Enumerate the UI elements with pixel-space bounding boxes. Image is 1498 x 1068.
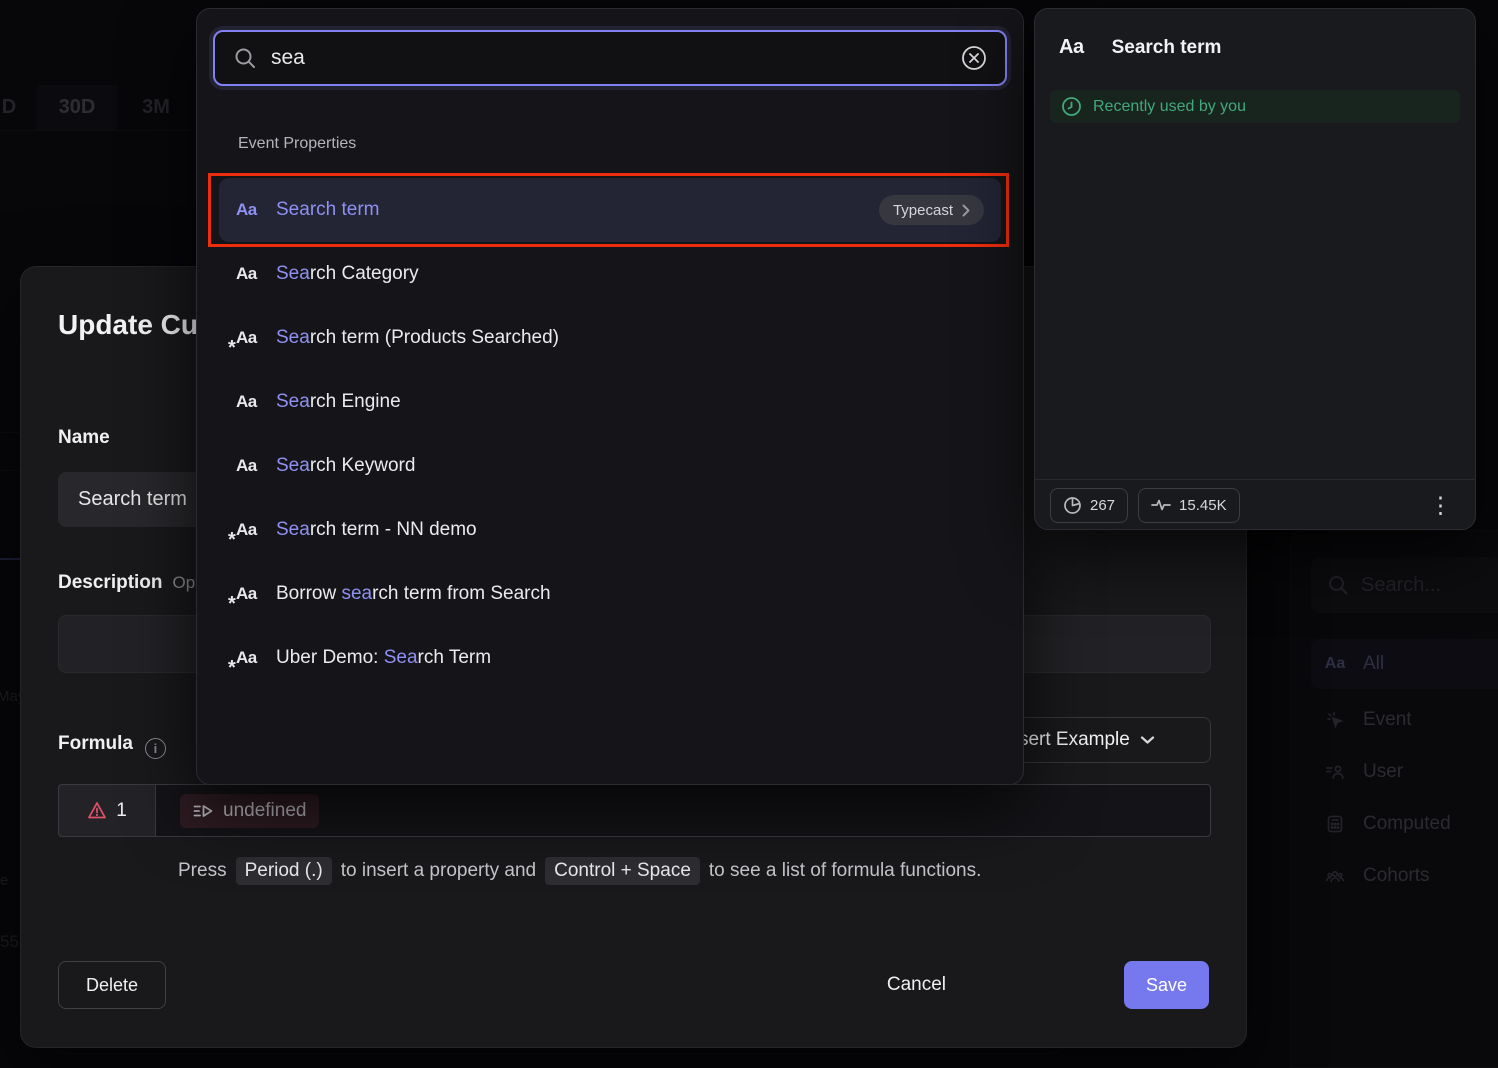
section-header-event-properties: Event Properties: [238, 135, 356, 153]
text-property-icon: Aa: [1059, 36, 1084, 59]
property-detail-header: Aa Search term: [1059, 36, 1221, 59]
kbd-control-space: Control + Space: [545, 857, 700, 885]
property-detail-title: Search term: [1112, 37, 1222, 59]
name-label: Name: [58, 427, 110, 449]
property-label: Uber Demo: Search Term: [276, 647, 491, 669]
property-item-uber-demo-search-term[interactable]: Aa Uber Demo: Search Term: [219, 626, 1001, 690]
cardinality-pill[interactable]: 267: [1050, 488, 1128, 523]
formula-hint: Press Period (.) to insert a property an…: [178, 857, 981, 885]
property-label: Search term (Products Searched): [276, 327, 559, 349]
property-label: Search term: [276, 199, 380, 221]
chevron-down-icon: [1140, 735, 1155, 745]
custom-text-property-icon: Aa: [236, 584, 276, 604]
property-detail-panel: Aa Search term Recently used by you 267 …: [1034, 8, 1476, 530]
formula-input[interactable]: undefined: [156, 784, 1211, 837]
volume-pill[interactable]: 15.45K: [1138, 488, 1240, 523]
property-item-search-engine[interactable]: Aa Search Engine: [219, 370, 1001, 434]
property-label: Search term - NN demo: [276, 519, 477, 541]
property-item-borrow-search-term[interactable]: Aa Borrow search term from Search: [219, 562, 1001, 626]
property-label: Borrow search term from Search: [276, 583, 551, 605]
delete-button[interactable]: Delete: [58, 961, 166, 1009]
modal-title: Update Cu: [58, 309, 198, 341]
typecast-button[interactable]: Typecast: [879, 195, 984, 225]
kebab-menu-icon[interactable]: ⋮: [1421, 494, 1460, 517]
activity-pulse-icon: [1151, 497, 1171, 513]
property-item-search-category[interactable]: Aa Search Category: [219, 242, 1001, 306]
clock-icon: [1061, 96, 1082, 117]
formula-label: Formulai: [58, 733, 166, 759]
custom-text-property-icon: Aa: [236, 328, 276, 348]
formula-function-icon: [193, 803, 214, 819]
text-property-icon: Aa: [236, 456, 276, 476]
pie-chart-icon: [1063, 496, 1082, 515]
cancel-button[interactable]: Cancel: [887, 961, 946, 1009]
chevron-right-icon: [962, 204, 970, 217]
formula-error-count[interactable]: 1: [58, 784, 156, 837]
custom-text-property-icon: Aa: [236, 520, 276, 540]
clear-search-icon[interactable]: [961, 45, 987, 71]
property-item-search-term[interactable]: Aa Search term Typecast: [219, 178, 1001, 242]
property-stats-row: 267 15.45K ⋮: [1050, 487, 1460, 523]
property-label: Search Category: [276, 263, 419, 285]
custom-text-property-icon: Aa: [236, 648, 276, 668]
search-icon: [233, 46, 257, 70]
warning-icon: [87, 801, 107, 820]
property-search-input[interactable]: [271, 46, 947, 70]
text-property-icon: Aa: [236, 200, 276, 220]
kbd-period: Period (.): [236, 857, 332, 885]
text-property-icon: Aa: [236, 392, 276, 412]
property-item-search-term-nn-demo[interactable]: Aa Search term - NN demo: [219, 498, 1001, 562]
property-search-dropdown: Event Properties Aa Search term Typecast…: [196, 8, 1024, 785]
recently-used-badge: Recently used by you: [1050, 90, 1460, 123]
property-search-field[interactable]: [213, 30, 1007, 86]
undefined-property-chip[interactable]: undefined: [180, 794, 319, 828]
info-icon[interactable]: i: [145, 738, 166, 759]
property-item-search-term-products-searched[interactable]: Aa Search term (Products Searched): [219, 306, 1001, 370]
property-results-list: Aa Search term Typecast Aa Search Catego…: [197, 178, 1023, 690]
text-property-icon: Aa: [236, 264, 276, 284]
divider: [1035, 479, 1475, 480]
property-label: Search Engine: [276, 391, 401, 413]
property-label: Search Keyword: [276, 455, 415, 477]
property-item-search-keyword[interactable]: Aa Search Keyword: [219, 434, 1001, 498]
save-button[interactable]: Save: [1124, 961, 1209, 1009]
formula-editor: 1 undefined: [58, 784, 1211, 837]
